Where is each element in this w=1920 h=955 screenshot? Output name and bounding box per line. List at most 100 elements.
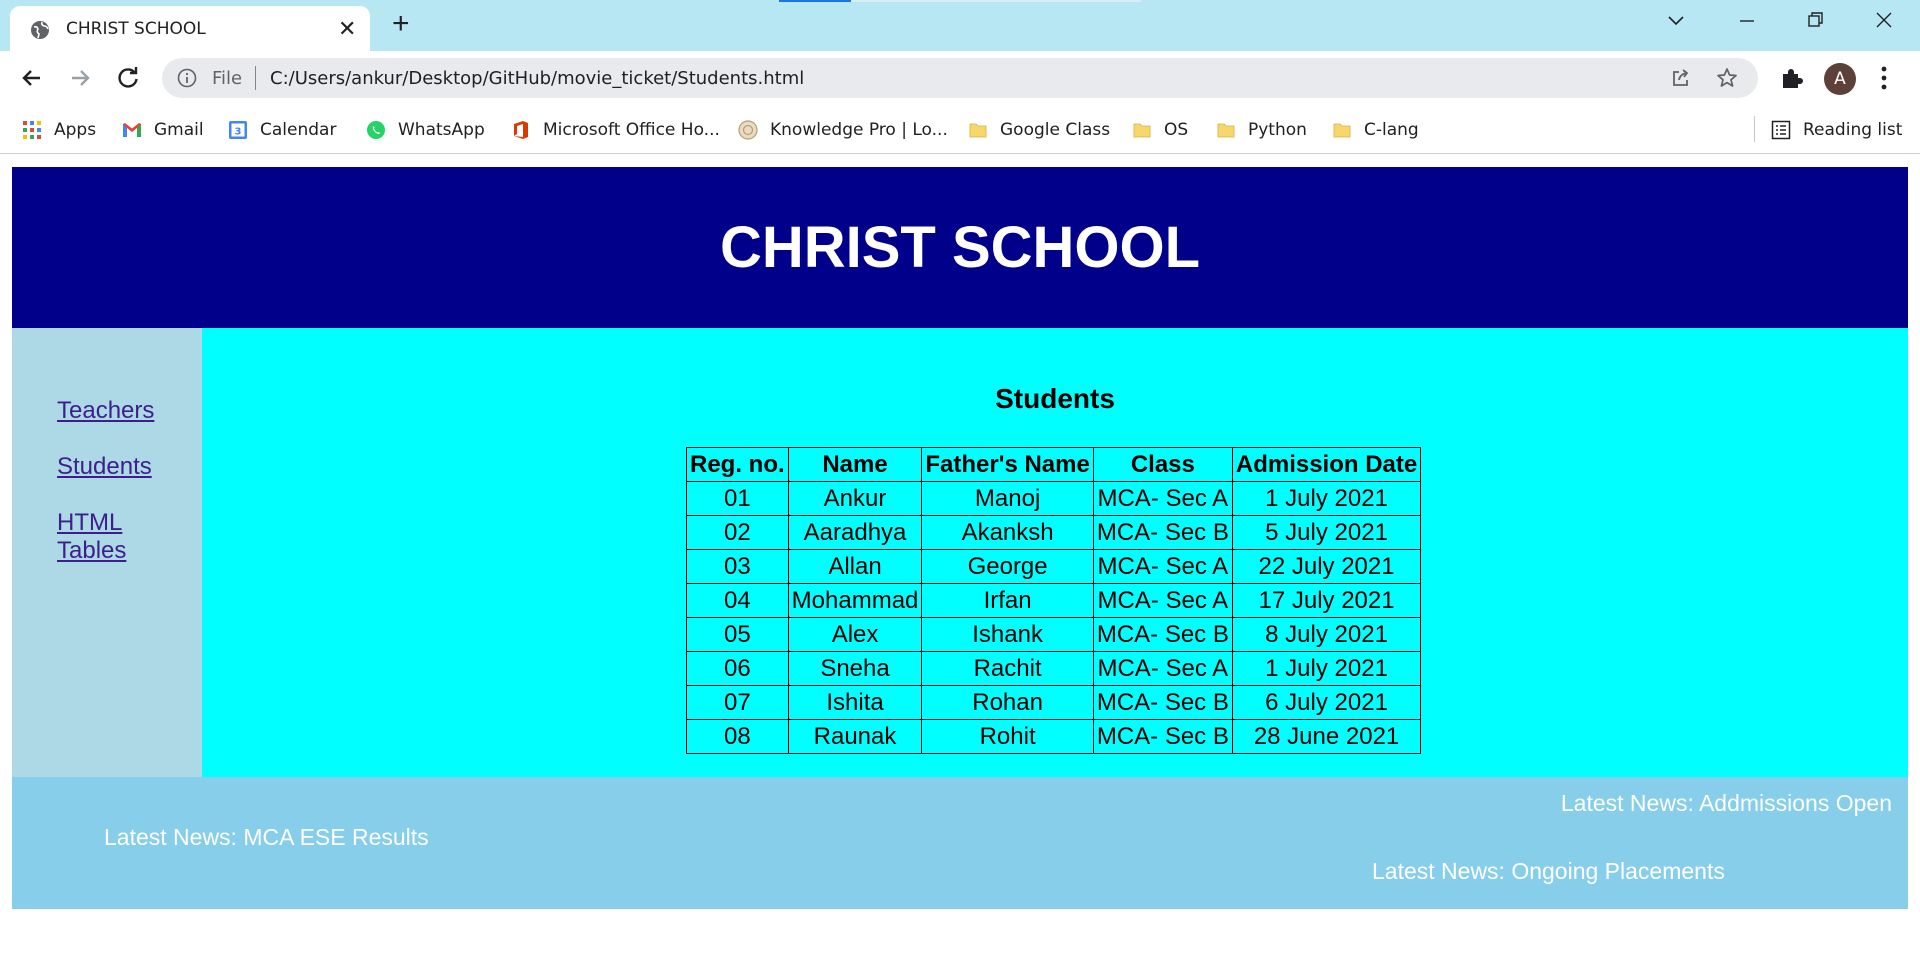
back-arrow-icon[interactable] xyxy=(18,64,46,92)
table-row: 07 Ishita Rohan MCA- Sec B 6 July 2021 xyxy=(686,685,1422,720)
table-cell: 04 xyxy=(686,583,789,618)
table-cell: Mohammad xyxy=(787,583,923,618)
news-footer: Latest News: Addmissions Open Latest New… xyxy=(12,777,1908,909)
table-cell: 06 xyxy=(686,651,789,686)
bookmark-label: C-lang xyxy=(1364,120,1419,140)
office-icon xyxy=(514,121,528,139)
info-icon[interactable] xyxy=(177,68,197,88)
bookmark-c-lang[interactable]: C-lang xyxy=(1332,118,1419,142)
table-header-row: Reg. no. Name Father's Name Class Admiss… xyxy=(686,447,1422,482)
bookmark-whatsapp[interactable]: WhatsApp xyxy=(366,118,485,142)
table-cell: Sneha xyxy=(787,651,923,686)
sidebar-link-students[interactable]: Students xyxy=(57,453,152,481)
table-cell: Rachit xyxy=(921,651,1094,686)
reload-icon[interactable] xyxy=(114,64,142,92)
active-tab[interactable]: CHRIST SCHOOL ✕ xyxy=(10,6,370,51)
bookmark-python[interactable]: Python xyxy=(1216,118,1307,142)
column-header: Admission Date xyxy=(1231,447,1422,482)
column-header: Class xyxy=(1092,447,1233,482)
extensions-puzzle-icon[interactable] xyxy=(1779,65,1805,91)
tab-strip-indicator xyxy=(779,0,851,2)
bookmark-label: Calendar xyxy=(260,120,337,140)
bookmark-label: Apps xyxy=(54,120,97,140)
table-cell: MCA- Sec A xyxy=(1092,583,1233,618)
reading-list-button[interactable]: Reading list xyxy=(1771,118,1902,142)
url-separator xyxy=(255,66,256,90)
url-scheme-label: File xyxy=(212,68,243,89)
table-row: 01 Ankur Manoj MCA- Sec A 1 July 2021 xyxy=(686,481,1422,516)
folder-icon xyxy=(969,123,987,138)
close-tab-icon[interactable]: ✕ xyxy=(338,18,356,40)
bookmark-label: WhatsApp xyxy=(398,120,485,140)
sidebar-link-html-tables[interactable]: HTML Tables xyxy=(57,509,137,565)
profile-avatar[interactable]: A xyxy=(1824,63,1856,95)
tab-search-icon[interactable] xyxy=(1666,10,1686,34)
table-cell: 22 July 2021 xyxy=(1231,549,1422,584)
share-icon[interactable] xyxy=(1670,67,1692,89)
address-bar[interactable]: File C:/Users/ankur/Desktop/GitHub/movie… xyxy=(162,58,1758,98)
table-cell: Manoj xyxy=(921,481,1094,516)
svg-text:3: 3 xyxy=(235,127,242,138)
calendar-icon: 3 xyxy=(229,121,247,139)
bookmark-apps[interactable]: Apps xyxy=(22,118,96,142)
table-cell: Ishita xyxy=(787,685,923,720)
table-cell: Ishank xyxy=(921,617,1094,652)
students-table: Reg. no. Name Father's Name Class Admiss… xyxy=(686,447,1422,754)
table-cell: MCA- Sec B xyxy=(1092,685,1233,720)
table-cell: Aaradhya xyxy=(787,515,923,550)
table-cell: 1 July 2021 xyxy=(1231,651,1422,686)
tab-title: CHRIST SCHOOL xyxy=(66,19,206,39)
table-cell: Rohan xyxy=(921,685,1094,720)
table-cell: MCA- Sec B xyxy=(1092,515,1233,550)
bookmark-office[interactable]: Microsoft Office Ho... xyxy=(511,118,720,142)
tab-strip-shade xyxy=(851,0,1141,2)
bookmark-gmail[interactable]: Gmail xyxy=(122,118,204,142)
table-cell: 1 July 2021 xyxy=(1231,481,1422,516)
url-text[interactable]: C:/Users/ankur/Desktop/GitHub/movie_tick… xyxy=(270,68,804,89)
restore-button[interactable] xyxy=(1806,10,1826,34)
table-cell: 05 xyxy=(686,617,789,652)
column-header: Name xyxy=(787,447,923,482)
table-cell: MCA- Sec A xyxy=(1092,481,1233,516)
bookmark-label: Microsoft Office Ho... xyxy=(543,120,720,140)
news-item-admissions: Latest News: Addmissions Open xyxy=(1560,790,1892,816)
folder-icon xyxy=(1133,123,1151,138)
table-cell: George xyxy=(921,549,1094,584)
table-row: 05 Alex Ishank MCA- Sec B 8 July 2021 xyxy=(686,617,1422,652)
table-cell: Raunak xyxy=(787,719,923,754)
table-cell: 07 xyxy=(686,685,789,720)
table-row: 02 Aaradhya Akanksh MCA- Sec B 5 July 20… xyxy=(686,515,1422,550)
table-cell: 6 July 2021 xyxy=(1231,685,1422,720)
table-cell: 02 xyxy=(686,515,789,550)
table-cell: MCA- Sec A xyxy=(1092,549,1233,584)
bookmark-label: Gmail xyxy=(154,120,204,140)
forward-arrow-icon[interactable] xyxy=(66,64,94,92)
new-tab-button[interactable]: + xyxy=(392,9,410,39)
table-row: 04 Mohammad Irfan MCA- Sec A 17 July 202… xyxy=(686,583,1422,618)
more-menu-icon[interactable] xyxy=(1878,63,1890,93)
table-cell: Akanksh xyxy=(921,515,1094,550)
sidebar-link-teachers[interactable]: Teachers xyxy=(57,397,154,425)
table-cell: 28 June 2021 xyxy=(1231,719,1422,754)
bookmark-google-class[interactable]: Google Class xyxy=(968,118,1110,142)
folder-icon xyxy=(1217,123,1235,138)
bookmark-os[interactable]: OS xyxy=(1132,118,1188,142)
close-window-button[interactable] xyxy=(1874,10,1894,34)
globe-icon xyxy=(31,21,49,39)
bookmark-label: Knowledge Pro | Lo... xyxy=(770,120,948,140)
tab-strip: CHRIST SCHOOL ✕ + xyxy=(0,0,1920,51)
minimize-button[interactable] xyxy=(1737,10,1757,34)
bookmark-label: Google Class xyxy=(1000,120,1111,140)
news-item-placements: Latest News: Ongoing Placements xyxy=(1372,858,1725,884)
web-page: CHRIST SCHOOL Teachers Students HTML Tab… xyxy=(12,167,1908,909)
whatsapp-icon xyxy=(367,121,385,139)
table-cell: Ankur xyxy=(787,481,923,516)
bookmark-knowledge-pro[interactable]: Knowledge Pro | Lo... xyxy=(738,118,948,142)
table-cell: Rohit xyxy=(921,719,1094,754)
bookmark-calendar[interactable]: 3 Calendar xyxy=(228,118,336,142)
table-cell: 01 xyxy=(686,481,789,516)
folder-icon xyxy=(1333,123,1351,138)
column-header: Reg. no. xyxy=(686,447,789,482)
browser-toolbar: File C:/Users/ankur/Desktop/GitHub/movie… xyxy=(0,51,1920,106)
bookmark-star-icon[interactable] xyxy=(1715,66,1739,90)
